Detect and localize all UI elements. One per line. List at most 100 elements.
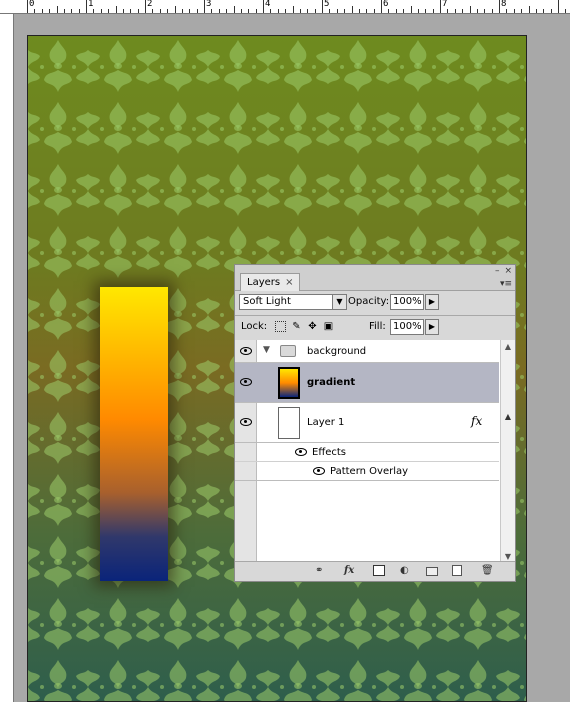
- ruler-tick: [506, 9, 508, 13]
- layer-row-background[interactable]: ▼ background: [235, 340, 499, 363]
- ruler-tick: [469, 6, 471, 13]
- ruler-tick: [307, 9, 309, 13]
- ruler-tick: [521, 9, 523, 13]
- ruler-tick: [27, 0, 28, 13]
- ruler-tick: [499, 0, 500, 13]
- ruler-tick: [34, 9, 36, 13]
- expand-triangle-icon[interactable]: ▼: [263, 345, 270, 355]
- effects-row[interactable]: Effects: [235, 443, 499, 462]
- ruler-tick: [528, 6, 530, 13]
- trash-icon[interactable]: 🗑: [481, 565, 494, 577]
- ruler-label: 1: [88, 0, 94, 9]
- eye-icon[interactable]: [240, 347, 252, 355]
- fill-field[interactable]: 100%: [390, 319, 424, 335]
- layer-row-layer-1[interactable]: Layer 1 fx: [235, 403, 499, 443]
- scroll-up-icon[interactable]: ▲: [501, 340, 515, 354]
- fill-slider-button[interactable]: ▶: [425, 319, 439, 335]
- blend-mode-select[interactable]: Soft Light ▼: [239, 294, 347, 310]
- eye-icon[interactable]: [240, 378, 252, 386]
- ruler-tick: [63, 9, 65, 13]
- layers-scrollbar[interactable]: ▲ ▲ ▼: [500, 340, 515, 564]
- folder-icon: [280, 345, 296, 357]
- ruler-tick: [152, 9, 154, 13]
- fx-icon[interactable]: fx: [471, 414, 482, 428]
- layers-panel[interactable]: Layers × – × ▾≡ Soft Light ▼ Opacity: 10…: [234, 264, 516, 582]
- ruler-tick: [344, 9, 346, 13]
- top-ruler: 0 1 2 3 4 5 6 7 8: [0, 0, 570, 14]
- ruler-tick: [122, 9, 124, 13]
- layer-name: Layer 1: [307, 417, 345, 428]
- ruler-tick: [78, 9, 80, 13]
- ruler-tick: [71, 9, 73, 13]
- ruler-tick: [181, 9, 183, 13]
- add-style-icon[interactable]: fx: [344, 565, 354, 577]
- lock-brush-icon[interactable]: ✎: [291, 321, 302, 332]
- ruler-label: 6: [383, 0, 389, 9]
- lock-all-icon[interactable]: ▣: [323, 321, 334, 332]
- ruler-tick: [204, 0, 205, 13]
- eye-icon[interactable]: [295, 448, 307, 456]
- ruler-tick: [137, 9, 139, 13]
- ruler-label: 3: [206, 0, 212, 9]
- lock-transparency-icon[interactable]: [275, 321, 286, 332]
- ruler-label: 7: [442, 0, 448, 9]
- layer-name: gradient: [307, 377, 356, 388]
- new-layer-icon[interactable]: [452, 565, 462, 576]
- ruler-tick: [130, 9, 132, 13]
- ruler-tick: [322, 0, 323, 13]
- chevron-down-icon[interactable]: ▼: [332, 295, 346, 309]
- scroll-up-arrow-icon[interactable]: ▲: [501, 410, 515, 424]
- adjustment-icon[interactable]: ◐: [400, 565, 409, 577]
- ruler-tick: [447, 9, 449, 13]
- ruler-tick: [550, 9, 552, 13]
- ruler-tick: [373, 9, 375, 13]
- eye-icon[interactable]: [313, 467, 325, 475]
- ruler-tick: [388, 9, 390, 13]
- ruler-tick: [41, 9, 43, 13]
- ruler-tick: [174, 6, 176, 13]
- new-group-icon[interactable]: [426, 567, 438, 576]
- ruler-tick: [56, 6, 58, 13]
- layer-thumbnail[interactable]: [278, 407, 300, 439]
- layer-row-gradient[interactable]: gradient: [235, 363, 499, 403]
- opacity-field[interactable]: 100%: [390, 294, 424, 310]
- minimize-button[interactable]: –: [495, 266, 500, 276]
- ruler-tick: [565, 9, 567, 13]
- tab-layers[interactable]: Layers ×: [240, 273, 301, 291]
- ruler-tick: [49, 9, 51, 13]
- ruler-tick: [233, 6, 235, 13]
- ruler-tick: [115, 6, 117, 13]
- link-icon[interactable]: ⚭: [315, 565, 323, 577]
- ruler-tick: [93, 9, 95, 13]
- ruler-tick: [226, 9, 228, 13]
- panel-tabbar: Layers × – × ▾≡: [235, 265, 515, 291]
- mask-icon[interactable]: [373, 565, 385, 576]
- effect-name: Pattern Overlay: [330, 466, 409, 477]
- ruler-tick: [86, 0, 87, 13]
- tab-close-icon[interactable]: ×: [285, 277, 293, 288]
- ruler-tick: [395, 9, 397, 13]
- effect-row-pattern-overlay[interactable]: Pattern Overlay: [235, 462, 499, 481]
- ruler-tick: [329, 9, 331, 13]
- eye-icon[interactable]: [240, 418, 252, 426]
- ruler-tick: [100, 9, 102, 13]
- ruler-tick: [535, 9, 537, 13]
- ruler-tick: [285, 9, 287, 13]
- layer-thumbnail[interactable]: [278, 367, 300, 399]
- panel-menu-icon[interactable]: ▾≡: [500, 279, 512, 289]
- ruler-label: 4: [265, 0, 271, 9]
- ruler-tick: [108, 9, 110, 13]
- lock-move-icon[interactable]: ✥: [307, 321, 318, 332]
- left-ruler: [0, 14, 14, 702]
- opacity-slider-button[interactable]: ▶: [425, 294, 439, 310]
- ruler-tick: [543, 9, 545, 13]
- ruler-tick: [491, 9, 493, 13]
- gradient-shape[interactable]: [100, 287, 168, 581]
- layer-list[interactable]: ▼ background gradient Layer 1 fx Effects…: [235, 340, 515, 564]
- blend-mode-value: Soft Light: [243, 296, 291, 307]
- ruler-tick: [196, 9, 198, 13]
- ruler-tick: [211, 9, 213, 13]
- close-panel-button[interactable]: ×: [504, 266, 512, 276]
- ruler-label: 2: [147, 0, 153, 9]
- ruler-tick: [358, 9, 360, 13]
